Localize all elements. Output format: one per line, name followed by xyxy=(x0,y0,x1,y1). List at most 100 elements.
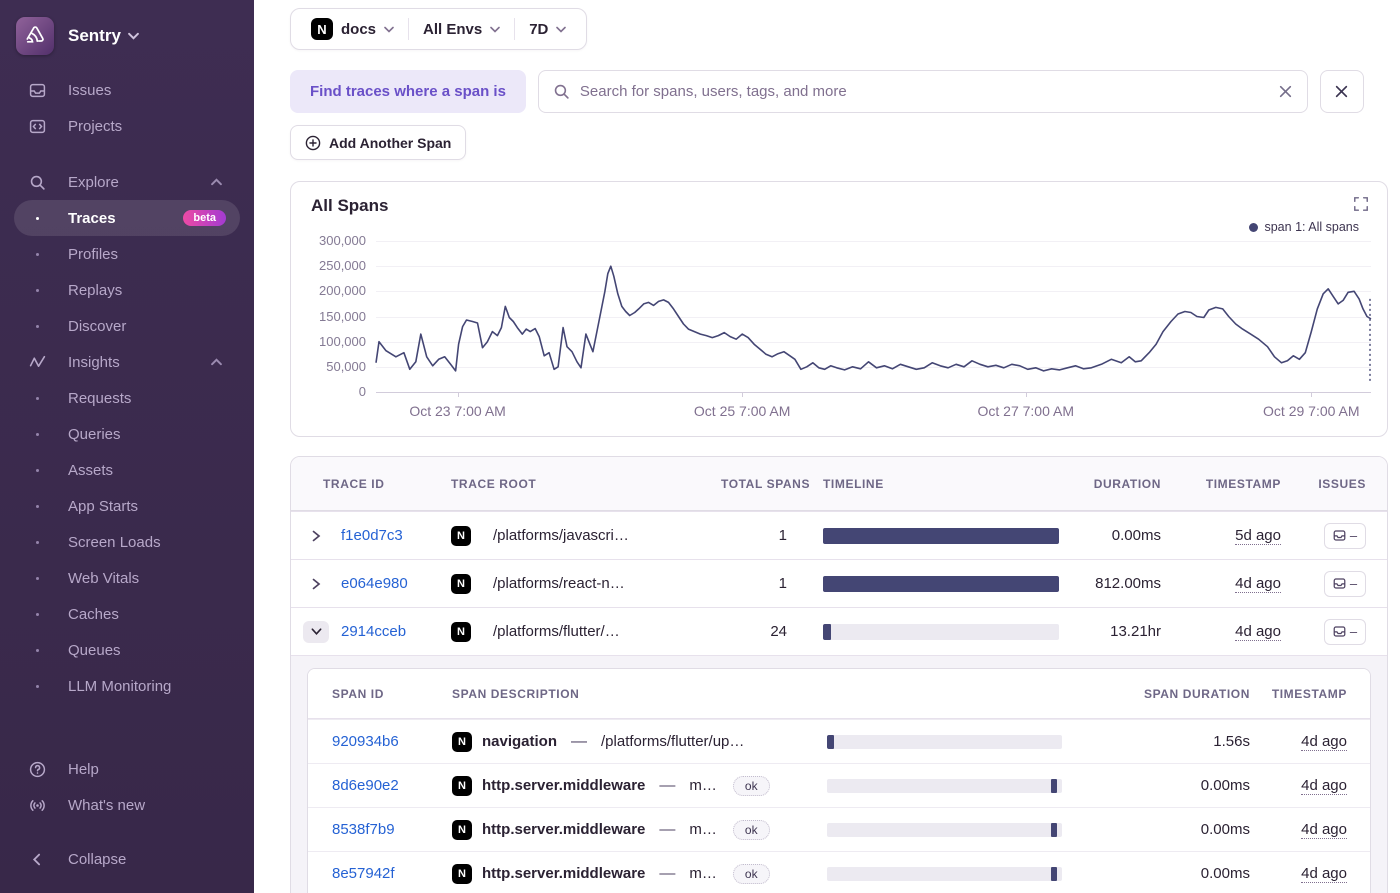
column-header-duration: DURATION xyxy=(1093,476,1161,491)
issues-count-button[interactable]: – xyxy=(1324,618,1366,645)
table-row-expanded[interactable]: 2914cceb N /platforms/flutter/… 24 13.21… xyxy=(291,607,1387,655)
sidebar-item-app-starts[interactable]: App Starts xyxy=(0,488,254,524)
chevron-down-icon xyxy=(556,26,567,33)
sidebar-item-web-vitals[interactable]: Web Vitals xyxy=(0,560,254,596)
chevron-down-icon xyxy=(490,26,501,33)
sidebar-section-explore[interactable]: Explore xyxy=(0,164,254,200)
x-axis-line xyxy=(376,392,1371,393)
sidebar-item-assets[interactable]: Assets xyxy=(0,452,254,488)
issues-icon xyxy=(28,82,46,99)
sidebar-item-projects[interactable]: Projects xyxy=(0,108,254,144)
sidebar-item-label: Web Vitals xyxy=(68,569,140,587)
span-row[interactable]: 920934b6 N navigation — /platforms/flutt… xyxy=(308,719,1370,763)
x-tick-mark xyxy=(1025,392,1027,397)
timeline-bar xyxy=(827,822,1062,837)
plus-circle-icon xyxy=(305,135,321,151)
sidebar-item-whats-new[interactable]: What's new xyxy=(0,787,254,823)
legend-label: span 1: All spans xyxy=(1264,220,1359,234)
issues-count-button[interactable]: – xyxy=(1324,522,1366,549)
expand-row-button[interactable] xyxy=(291,529,341,543)
timestamp-value[interactable]: 5d ago xyxy=(1235,527,1281,545)
add-span-row: Add Another Span xyxy=(290,125,1388,160)
sidebar-item-help[interactable]: Help xyxy=(0,751,254,787)
span-row[interactable]: 8d6e90e2 N http.server.middleware — m… o… xyxy=(308,763,1370,807)
bullet-icon xyxy=(28,576,46,580)
environment-filter[interactable]: All Envs xyxy=(409,21,514,38)
span-search-box xyxy=(537,70,1308,113)
sidebar-item-label: Queues xyxy=(68,641,121,659)
span-description-text: m… xyxy=(689,777,717,794)
table-row[interactable]: e064e980 N /platforms/react-n… 1 812.00m… xyxy=(291,559,1387,607)
sidebar-item-llm-monitoring[interactable]: LLM Monitoring xyxy=(0,668,254,704)
timestamp-value[interactable]: 4d ago xyxy=(1301,733,1347,751)
bullet-icon xyxy=(28,432,46,436)
total-spans-value: 1 xyxy=(778,575,787,592)
nextjs-platform-icon: N xyxy=(452,731,472,752)
sidebar-item-label: Requests xyxy=(68,389,132,407)
bullet-icon xyxy=(28,648,46,652)
broadcast-icon xyxy=(28,797,46,814)
add-another-span-button[interactable]: Add Another Span xyxy=(290,125,467,160)
timestamp-value[interactable]: 4d ago xyxy=(1235,575,1281,593)
sidebar-item-profiles[interactable]: Profiles xyxy=(0,236,254,272)
bullet-icon xyxy=(28,396,46,400)
timeline-bar xyxy=(823,575,1059,592)
nextjs-platform-icon: N xyxy=(452,775,472,796)
sidebar-item-queues[interactable]: Queues xyxy=(0,632,254,668)
sidebar-section-insights[interactable]: Insights xyxy=(0,344,254,380)
bullet-icon xyxy=(28,504,46,508)
chart-line-series xyxy=(375,265,1372,372)
timestamp-value[interactable]: 4d ago xyxy=(1301,821,1347,839)
chart-legend[interactable]: span 1: All spans xyxy=(1249,220,1359,234)
timestamp-value[interactable]: 4d ago xyxy=(1301,865,1347,883)
trace-id-link[interactable]: f1e0d7c3 xyxy=(341,527,451,544)
sidebar-item-traces[interactable]: Traces beta xyxy=(14,200,240,236)
legend-dot-icon xyxy=(1249,222,1259,232)
traces-table-header: TRACE ID TRACE ROOT TOTAL SPANS TIMELINE… xyxy=(291,457,1387,511)
span-search-input[interactable] xyxy=(579,83,1268,100)
trace-id-link[interactable]: 2914cceb xyxy=(341,623,451,640)
remove-span-filter-button[interactable] xyxy=(1319,70,1364,113)
sidebar-item-label: Issues xyxy=(68,81,112,99)
span-status-badge: ok xyxy=(732,863,770,884)
sidebar-item-label: What's new xyxy=(68,796,146,814)
bullet-icon xyxy=(28,684,46,688)
expand-chart-icon[interactable] xyxy=(1353,196,1369,212)
sidebar-item-requests[interactable]: Requests xyxy=(0,380,254,416)
span-id-link[interactable]: 920934b6 xyxy=(332,733,452,750)
timestamp-value[interactable]: 4d ago xyxy=(1301,777,1347,795)
app-root: Sentry Issues Projects Explore Traces be… xyxy=(0,0,1400,893)
project-filter[interactable]: N docs xyxy=(297,18,408,40)
span-row[interactable]: 8e57942f N http.server.middleware — m… o… xyxy=(308,851,1370,893)
sidebar-item-label: App Starts xyxy=(68,497,139,515)
issues-count-button[interactable]: – xyxy=(1324,570,1366,597)
sidebar-item-label: Traces xyxy=(68,209,116,227)
sidebar-item-screen-loads[interactable]: Screen Loads xyxy=(0,524,254,560)
sidebar-item-label: Help xyxy=(68,760,99,778)
sidebar-collapse-button[interactable]: Collapse xyxy=(0,841,254,877)
sidebar-item-discover[interactable]: Discover xyxy=(0,308,254,344)
expand-row-button[interactable] xyxy=(291,577,341,591)
sidebar-item-queries[interactable]: Queries xyxy=(0,416,254,452)
chart-title: All Spans xyxy=(311,196,389,215)
collapse-row-button[interactable] xyxy=(303,620,329,643)
total-spans-value: 1 xyxy=(778,527,787,544)
trace-id-link[interactable]: e064e980 xyxy=(341,575,451,592)
sidebar-item-issues[interactable]: Issues xyxy=(0,72,254,108)
timestamp-value[interactable]: 4d ago xyxy=(1235,623,1281,641)
date-range-filter[interactable]: 7D xyxy=(515,21,580,38)
sentry-logo-icon xyxy=(16,17,54,55)
chevron-left-icon xyxy=(28,853,46,866)
sidebar: Sentry Issues Projects Explore Traces be… xyxy=(0,0,254,893)
span-id-link[interactable]: 8e57942f xyxy=(332,865,452,882)
sidebar-item-replays[interactable]: Replays xyxy=(0,272,254,308)
date-range-value: 7D xyxy=(529,20,549,38)
span-row[interactable]: 8538f7b9 N http.server.middleware — m… o… xyxy=(308,807,1370,851)
span-id-link[interactable]: 8538f7b9 xyxy=(332,821,452,838)
org-switcher[interactable]: Sentry xyxy=(0,0,254,72)
span-id-link[interactable]: 8d6e90e2 xyxy=(332,777,452,794)
search-icon xyxy=(553,83,570,100)
clear-search-icon[interactable] xyxy=(1278,84,1293,99)
sidebar-item-caches[interactable]: Caches xyxy=(0,596,254,632)
table-row[interactable]: f1e0d7c3 N /platforms/javascri… 1 0.00ms… xyxy=(291,511,1387,559)
